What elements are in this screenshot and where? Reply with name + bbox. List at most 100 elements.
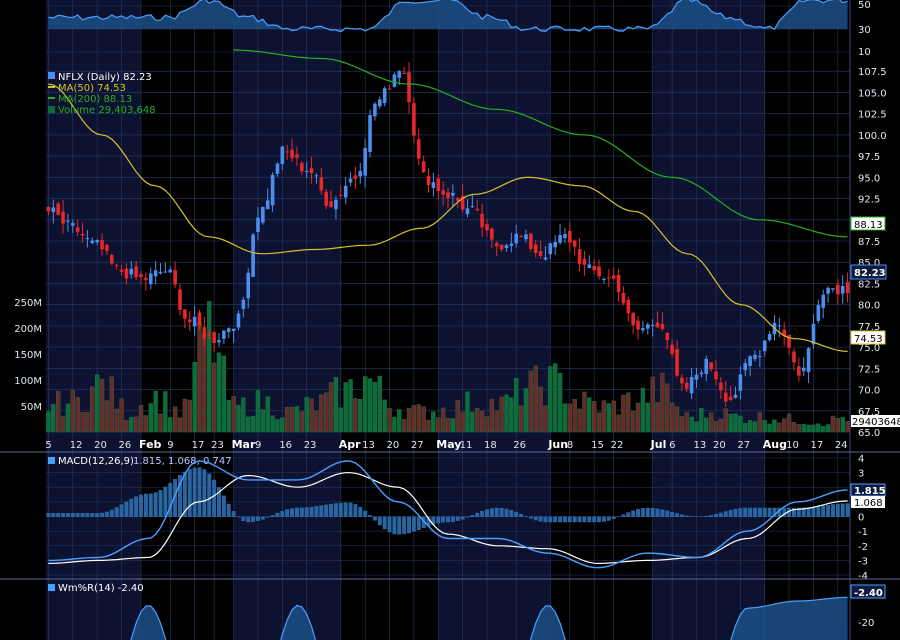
macd-histogram-bar	[830, 504, 835, 517]
macd-histogram-bar	[621, 514, 626, 517]
volume-bar	[821, 426, 826, 433]
date-tick-label: 8	[567, 440, 573, 451]
macd-histogram-bar	[197, 467, 202, 517]
volume-bar	[255, 390, 261, 433]
candle-body	[412, 103, 416, 136]
willr-tag-text: -2.40	[854, 588, 883, 599]
volume-bar	[421, 406, 426, 433]
macd-histogram-bar	[723, 511, 728, 517]
price-tick-label: 95.0	[858, 173, 880, 184]
ma200-legend-swatch	[48, 97, 55, 99]
macd-histogram-bar	[597, 516, 602, 523]
volume-bar	[674, 406, 680, 433]
candle-body	[490, 228, 494, 240]
volume-bar	[660, 372, 665, 433]
candle-body	[650, 324, 655, 326]
macd-histogram-bar	[499, 507, 504, 517]
macd-histogram-bar	[65, 512, 70, 517]
macd-histogram-bar	[601, 516, 606, 522]
volume-bar	[557, 373, 563, 433]
macd-histogram-bar	[56, 512, 61, 517]
date-tick-label: 20	[94, 440, 107, 451]
volume-bar	[333, 377, 339, 433]
volume-bar	[392, 416, 397, 433]
volume-bar	[129, 416, 134, 433]
volume-bar	[450, 418, 456, 433]
candle-body	[426, 176, 431, 185]
macd-histogram-bar	[294, 507, 299, 517]
macd-histogram-bar	[840, 503, 845, 517]
volume-bar	[377, 375, 382, 433]
volume-bar	[791, 422, 797, 433]
volume-bar	[275, 419, 280, 433]
volume-bar	[406, 408, 412, 433]
candle-body	[626, 299, 631, 314]
volume-bar	[562, 403, 568, 433]
volume-bar	[577, 408, 582, 433]
macd-histogram-bar	[70, 512, 75, 517]
candle-body	[382, 88, 387, 103]
candle-body	[441, 190, 445, 195]
macd-histogram-bar	[748, 507, 753, 517]
macd-histogram-bar	[767, 507, 772, 517]
volume-bar	[635, 402, 641, 433]
price-tick-label: 97.5	[858, 152, 880, 163]
volume-bar	[109, 376, 114, 433]
date-tick-label: 16	[279, 440, 292, 451]
volume-bar	[733, 413, 738, 433]
candle-body	[719, 382, 723, 391]
macd-histogram-bar	[90, 512, 95, 517]
candle-body	[816, 305, 821, 321]
volume-bar	[250, 416, 256, 433]
macd-histogram-bar	[265, 516, 270, 518]
macd-histogram-bar	[187, 469, 192, 517]
candle-body	[645, 324, 650, 329]
candle-body	[831, 288, 835, 290]
volume-bar	[484, 416, 490, 433]
macd-histogram-bar	[241, 516, 246, 522]
candle-body	[548, 243, 553, 255]
candle-body	[61, 211, 65, 224]
volume-bar	[99, 378, 105, 433]
volume-bar	[168, 417, 173, 433]
volume-bar	[172, 406, 178, 433]
volume-bar	[90, 386, 95, 433]
volume-bar	[319, 394, 324, 433]
volume-bar	[158, 413, 163, 433]
volume-bar	[592, 401, 597, 433]
macd-histogram-bar	[533, 516, 538, 521]
top-axis-tick-label: 10	[858, 47, 871, 58]
volume-bar	[665, 383, 670, 433]
macd-histogram-bar	[514, 511, 519, 517]
willr-legend-label: Wm%R(14) -2.40	[58, 583, 144, 594]
volume-legend-swatch	[48, 106, 55, 113]
candle-body	[348, 178, 353, 183]
macd-histogram-bar	[553, 516, 558, 523]
candle-body	[446, 192, 450, 198]
candle-body	[402, 72, 406, 74]
date-tick-label: 11	[460, 440, 473, 451]
candle-body	[826, 287, 830, 294]
candle-body	[334, 199, 338, 210]
candle-body	[392, 74, 397, 87]
date-tick-label: 27	[737, 440, 750, 451]
macd-histogram-bar	[314, 506, 319, 517]
volume-bar	[572, 399, 577, 433]
volume-bar	[416, 404, 421, 433]
volume-bar	[523, 388, 529, 433]
candle-body	[611, 275, 616, 279]
macd-histogram-bar	[655, 508, 660, 517]
candle-body	[377, 99, 382, 107]
macd-tick-label: -4	[858, 571, 868, 582]
macd-tick-label: 0	[858, 513, 864, 524]
macd-histogram-bar	[212, 479, 217, 517]
macd-histogram-bar	[582, 516, 587, 523]
candle-body	[90, 240, 95, 244]
macd-histogram-bar	[689, 516, 694, 517]
candle-body	[207, 334, 212, 336]
volume-bar	[119, 398, 124, 433]
macd-histogram-bar	[562, 516, 567, 523]
macd-histogram-bar	[762, 507, 767, 517]
signal-tag: 1.068	[851, 496, 885, 509]
volume-bar	[626, 392, 631, 433]
